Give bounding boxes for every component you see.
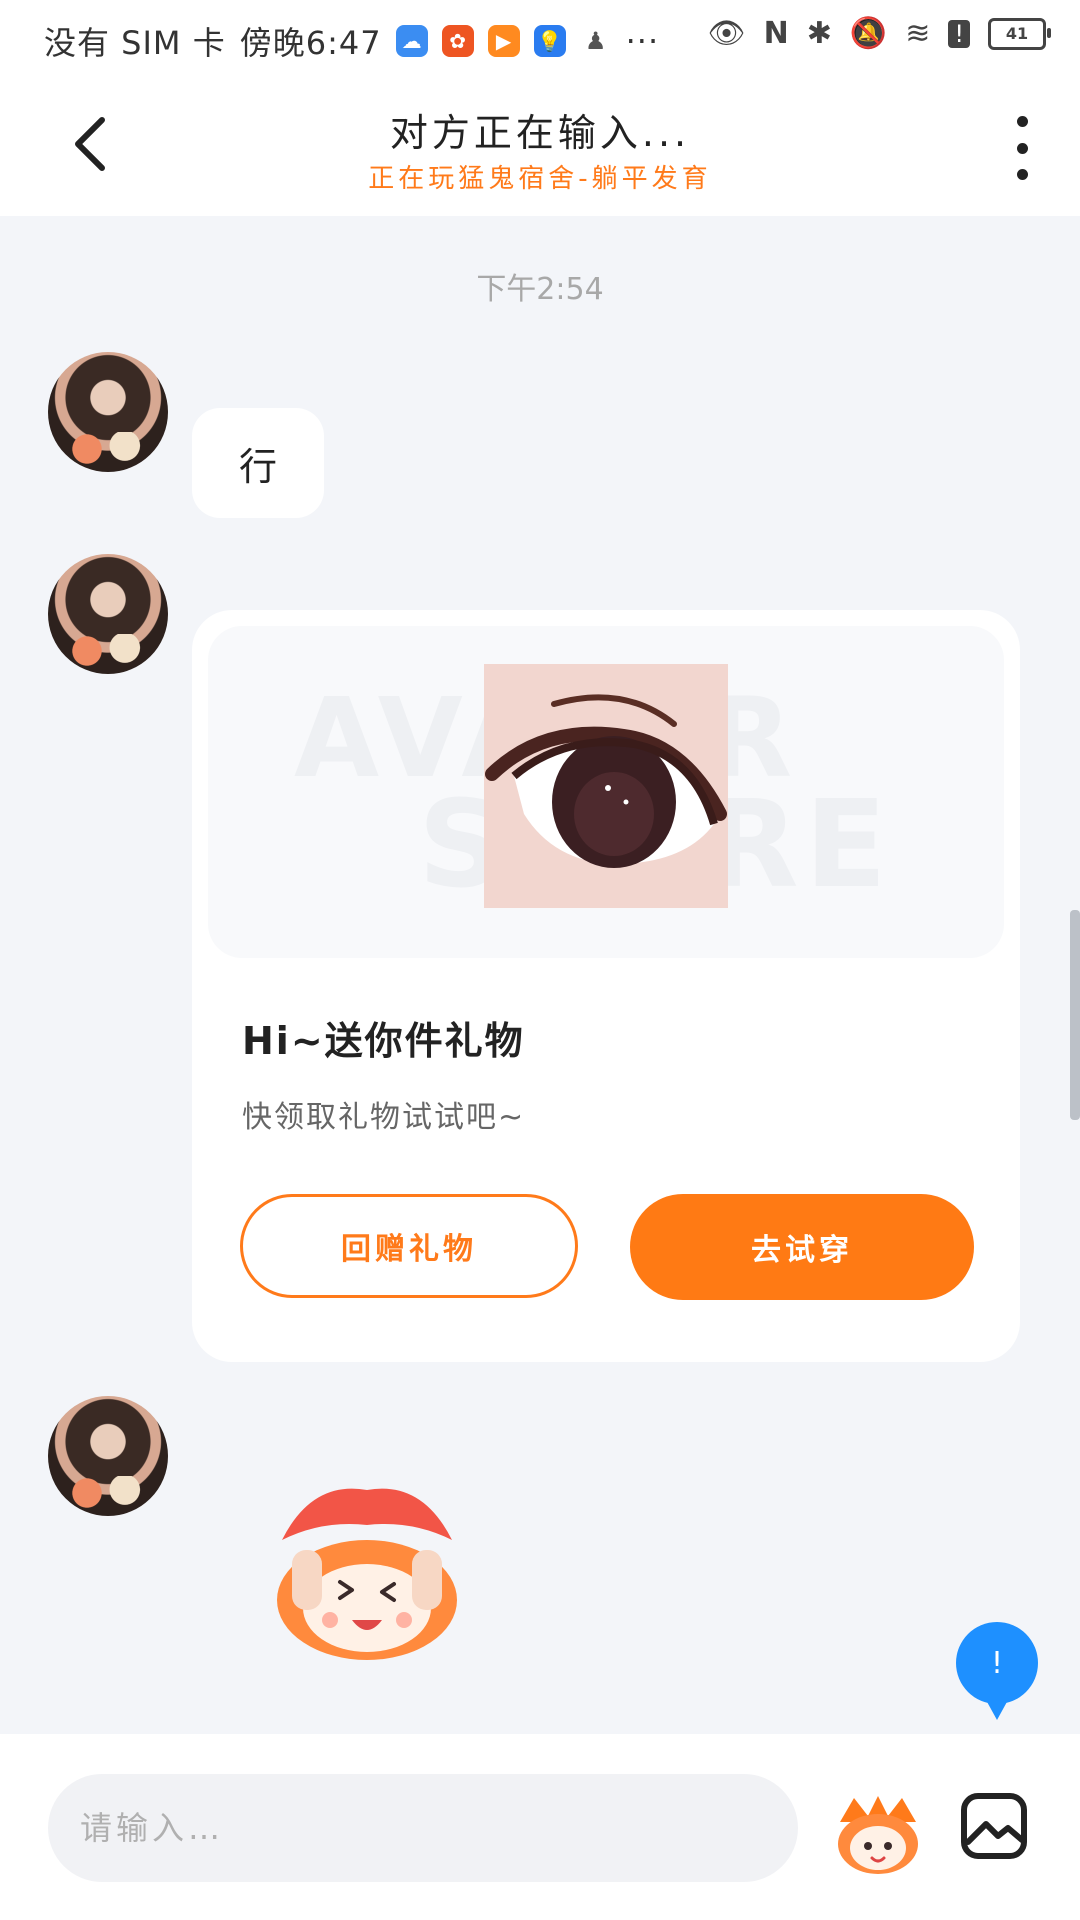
mascot-sticker[interactable] <box>252 1480 482 1670</box>
message-timestamp: 下午2:54 <box>476 272 604 307</box>
more-dot <box>1016 169 1028 180</box>
try-on-button[interactable]: 去试穿 <box>630 1194 974 1300</box>
floating-alert-button[interactable]: ! <box>956 1622 1038 1720</box>
alert-label: ! <box>990 1645 1004 1681</box>
cloud-app-icon: ☁ <box>395 25 428 57</box>
bluetooth-icon: ✱ <box>806 16 832 51</box>
gift-image-area: AVATAR STORE <box>208 626 1004 958</box>
status-left: 没有 SIM 卡 傍晚6:47 ☁ ✿ ▶ 💡 ♟ ··· <box>44 18 659 64</box>
scrollbar[interactable] <box>1070 910 1080 1120</box>
more-button[interactable] <box>1004 116 1040 180</box>
status-right: 👁 N ✱ 🔕 ≋ ! 41 <box>707 16 1051 51</box>
more-dot <box>1016 116 1028 127</box>
gift-card[interactable]: AVATAR STORE Hi~送你件礼物 快领取礼物试试吧~ 回赠礼物 去试穿 <box>192 610 1020 1362</box>
game-status: 正在玩猛鬼宿舍-躺平发育 <box>368 164 712 194</box>
message-text: 行 <box>238 444 277 489</box>
battery-level: 41 <box>1005 24 1029 43</box>
avatar[interactable] <box>48 1396 168 1516</box>
battery-icon: 41 <box>988 17 1051 50</box>
wifi-icon: ≋ <box>905 16 931 51</box>
page-title: 对方正在输入... <box>389 111 691 155</box>
text-message-bubble[interactable]: 行 <box>192 408 324 518</box>
gift-title: Hi~送你件礼物 <box>242 1019 525 1063</box>
play-app-icon: ▶ <box>487 25 520 57</box>
chat-header: 对方正在输入... 正在玩猛鬼宿舍-躺平发育 <box>0 80 1080 216</box>
more-dot <box>1016 142 1028 154</box>
mute-bell-icon: 🔕 <box>849 16 888 51</box>
carrier-label: 没有 SIM 卡 <box>44 24 226 62</box>
image-icon[interactable] <box>958 1790 1030 1862</box>
more-notifications-icon: ··· <box>625 22 660 60</box>
alert-icon: ! <box>948 19 970 48</box>
message-input[interactable] <box>48 1774 798 1882</box>
nfc-icon: N <box>763 16 789 51</box>
app-icon: ✿ <box>441 25 474 57</box>
notification-app-icon: ♟ <box>584 27 607 55</box>
gift-eye-image <box>484 664 728 908</box>
clock: 傍晚6:47 <box>239 24 382 62</box>
eye-icon <box>485 694 727 868</box>
avatar[interactable] <box>48 352 168 472</box>
bulb-app-icon: 💡 <box>533 25 566 57</box>
mascot-emoji-icon[interactable] <box>830 1792 926 1878</box>
avatar[interactable] <box>48 554 168 674</box>
return-gift-button[interactable]: 回赠礼物 <box>240 1194 578 1298</box>
status-bar: 没有 SIM 卡 傍晚6:47 ☁ ✿ ▶ 💡 ♟ ··· 👁 N ✱ 🔕 ≋ … <box>0 0 1080 80</box>
input-bar <box>0 1734 1080 1920</box>
gift-description: 快领取礼物试试吧~ <box>242 1100 526 1135</box>
eye-icon: 👁 <box>707 16 746 51</box>
